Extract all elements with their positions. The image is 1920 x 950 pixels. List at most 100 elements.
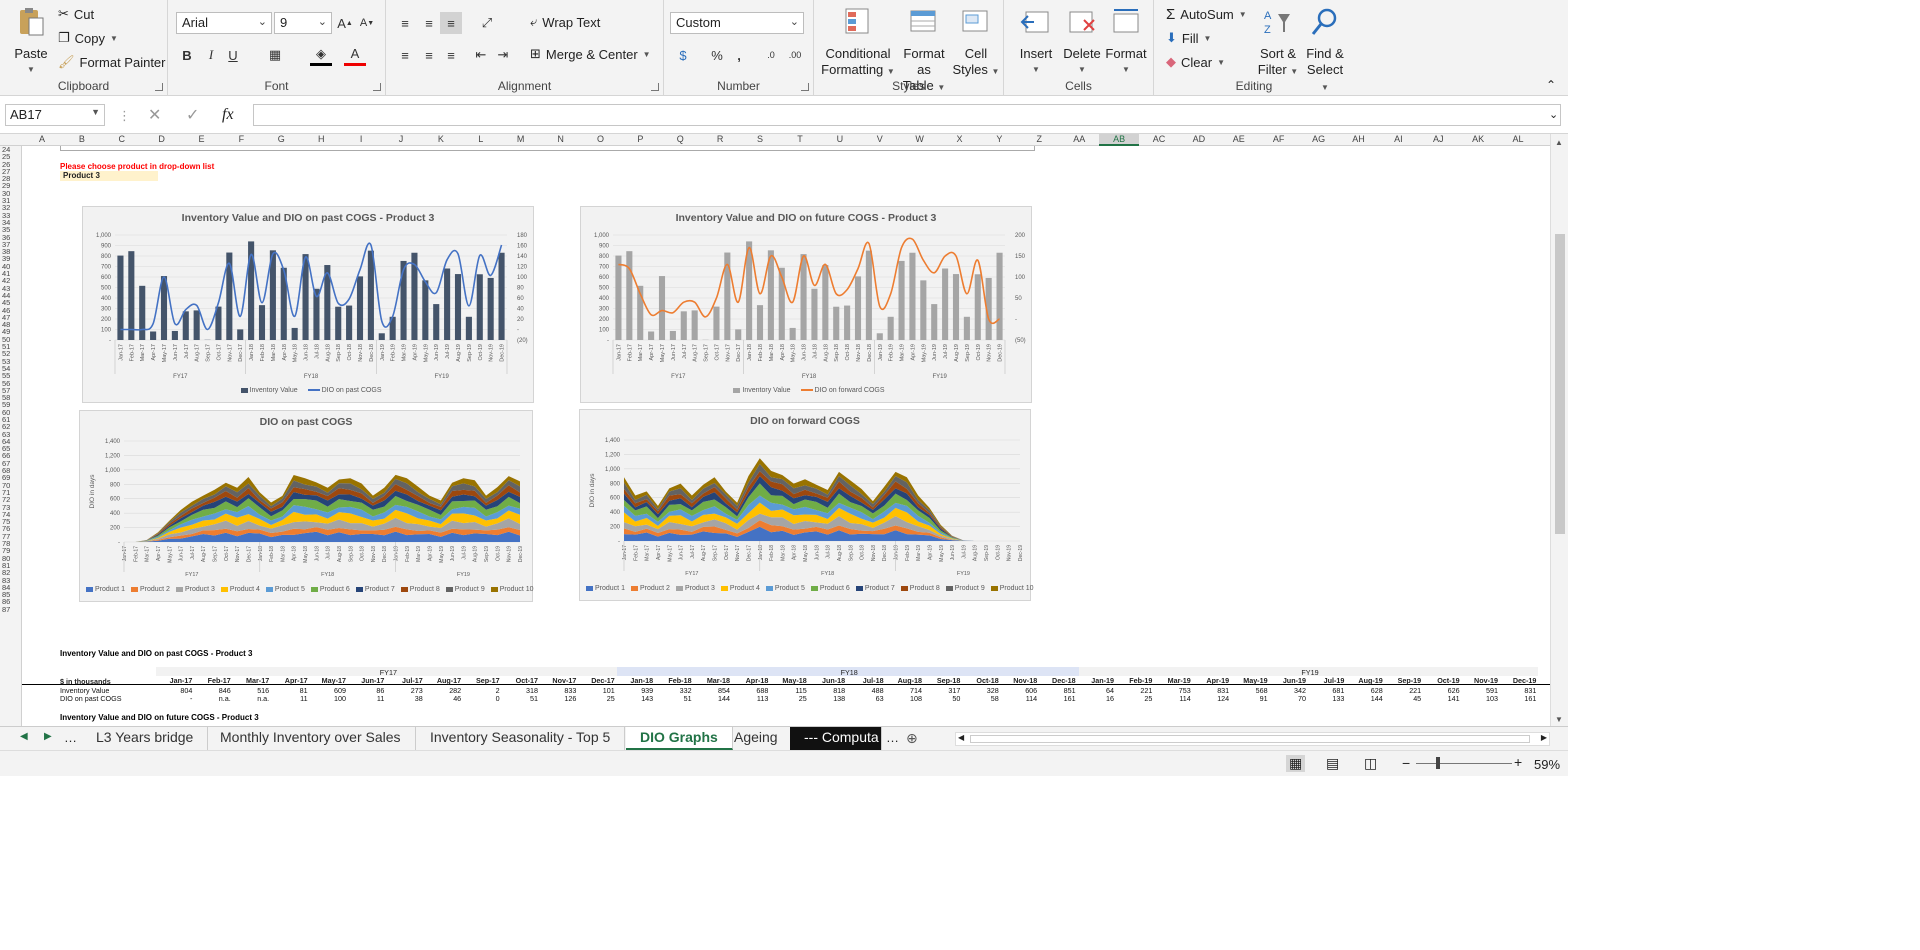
table-cell[interactable]: 0 [465,694,500,703]
font-name-select[interactable]: Arial ⌄ [176,12,272,34]
table-cell[interactable]: 16 [1080,694,1114,703]
paste-button[interactable]: Paste ▼ [10,6,52,78]
column-header[interactable]: AI [1378,134,1418,144]
clear-button[interactable]: ◆ Clear ▼ [1166,54,1225,70]
font-launcher-icon[interactable] [373,83,381,91]
column-header[interactable]: X [940,134,980,144]
table-cell[interactable]: 143 [619,694,653,703]
table-cell[interactable]: 51 [504,694,538,703]
insert-function-icon[interactable]: fx [222,106,234,124]
scroll-thumb[interactable] [1555,234,1565,534]
table-cell[interactable]: 70 [1272,694,1306,703]
table-cell[interactable]: 11 [273,694,307,703]
tab-monthly-inventory[interactable]: Monthly Inventory over Sales [206,727,416,750]
fill-color-icon[interactable]: ◈ [310,44,332,66]
increase-font-icon[interactable]: A ▲ [334,12,356,34]
column-header[interactable]: N [541,134,581,144]
row-header[interactable]: 87 [0,605,21,613]
copy-dropdown-icon[interactable]: ▼ [110,34,118,43]
column-header[interactable]: AA [1059,134,1099,144]
tab-more-left-icon[interactable]: … [64,730,77,745]
italic-button[interactable]: I [200,44,222,66]
decrease-font-icon[interactable]: A ▼ [356,12,378,34]
column-header[interactable]: AB [1099,134,1140,146]
column-header[interactable]: B [62,134,102,144]
tab-scroll-left-icon[interactable]: ◀ [20,731,28,742]
table-cell[interactable]: - [158,694,192,703]
tab-scroll-right-icon[interactable]: ▶ [44,731,52,742]
column-header[interactable]: O [581,134,621,144]
table-cell[interactable]: 114 [1003,694,1037,703]
tab-l3-years-bridge[interactable]: L3 Years bridge [82,727,209,750]
table-cell[interactable]: 126 [542,694,576,703]
clipboard-launcher-icon[interactable] [155,83,163,91]
column-header[interactable]: K [421,134,461,144]
column-header[interactable]: S [740,134,780,144]
scroll-up-icon[interactable]: ▲ [1555,138,1563,147]
normal-view-icon[interactable]: ▦ [1286,755,1306,772]
column-header[interactable]: F [221,134,261,144]
collapse-ribbon-icon[interactable]: ⌃ [1546,78,1556,92]
tab-dio-graphs[interactable]: DIO Graphs [626,727,733,750]
column-header[interactable]: Z [1019,134,1059,144]
borders-icon[interactable]: ▦ [264,44,286,66]
cancel-icon[interactable]: ✕ [148,105,161,125]
table-cell[interactable]: 46 [427,694,461,703]
underline-button[interactable]: U [222,44,244,66]
table-cell[interactable]: 161 [1502,694,1536,703]
bold-button[interactable]: B [176,44,198,66]
cell-styles-button[interactable]: Cell Styles ▼ [952,6,1000,80]
column-header[interactable]: P [620,134,660,144]
column-header[interactable]: AH [1339,134,1379,144]
decrease-indent-icon[interactable]: ⇤ [470,44,492,66]
name-box[interactable]: AB17 ▼ [5,104,105,126]
table-cell[interactable]: 51 [657,694,692,703]
enter-icon[interactable]: ✓ [186,105,199,125]
format-button[interactable]: Format ▼ [1104,6,1148,78]
formula-input[interactable] [253,104,1561,126]
expand-formula-icon[interactable]: ⌄ [1549,108,1558,121]
product-dropdown-cell[interactable]: Product 3 [60,171,158,181]
column-header[interactable]: U [820,134,860,144]
insert-button[interactable]: Insert ▼ [1014,6,1058,78]
chart-dio-forward-area[interactable]: DIO on forward COGS -200 400 600 800 1,000 1,… [579,409,1034,601]
column-header[interactable]: H [301,134,341,144]
scroll-down-icon[interactable]: ▼ [1555,715,1563,724]
column-header[interactable]: Y [979,134,1019,144]
sort-filter-button[interactable]: AZ Sort & Filter ▼ [1256,6,1300,80]
table-cell[interactable]: 11 [350,694,384,703]
zoom-slider[interactable] [1416,763,1512,764]
column-header[interactable]: L [461,134,501,144]
copy-button[interactable]: ❐ Copy ▼ [58,30,118,46]
hscroll-thumb[interactable] [970,735,1530,743]
column-header[interactable]: AJ [1418,134,1458,144]
column-header[interactable]: J [381,134,421,144]
zoom-level[interactable]: 59% [1534,757,1560,772]
chart-future-cogs[interactable]: Inventory Value and DIO on future COGS -… [580,206,1032,403]
tab-ageing[interactable]: Ageing [720,727,793,750]
increase-decimal-icon[interactable]: .0 [760,44,782,66]
format-painter-button[interactable]: 🖌 Format Painter [58,54,166,70]
vertical-scrollbar[interactable]: ▲ ▼ [1550,134,1568,726]
table-cell[interactable]: n.a. [235,694,269,703]
align-center-icon[interactable]: ≡ [418,44,440,66]
table-cell[interactable]: 58 [964,694,999,703]
page-layout-icon[interactable]: ▤ [1326,755,1339,772]
chart-past-cogs[interactable]: Inventory Value and DIO on past COGS - P… [82,206,534,403]
align-top-icon[interactable]: ≡ [394,12,416,34]
zoom-in-icon[interactable]: + [1514,754,1522,770]
tab-computation[interactable]: --- Computa [790,727,882,750]
table-cell[interactable]: 108 [888,694,922,703]
page-break-icon[interactable]: ◫ [1364,755,1377,772]
column-header[interactable]: A [22,134,62,144]
horizontal-scrollbar[interactable]: ◀ ▶ [955,732,1550,746]
column-header[interactable]: AL [1498,134,1538,144]
orientation-icon[interactable]: ⤢ [476,12,498,34]
column-header[interactable]: G [261,134,301,144]
table-cell[interactable]: 63 [849,694,884,703]
number-format-select[interactable]: Custom ⌄ [670,12,804,34]
table-cell[interactable]: 45 [1387,694,1421,703]
column-header[interactable]: M [501,134,541,144]
table-cell[interactable]: 25 [580,694,615,703]
conditional-formatting-button[interactable]: Conditional Formatting ▼ [820,6,896,80]
